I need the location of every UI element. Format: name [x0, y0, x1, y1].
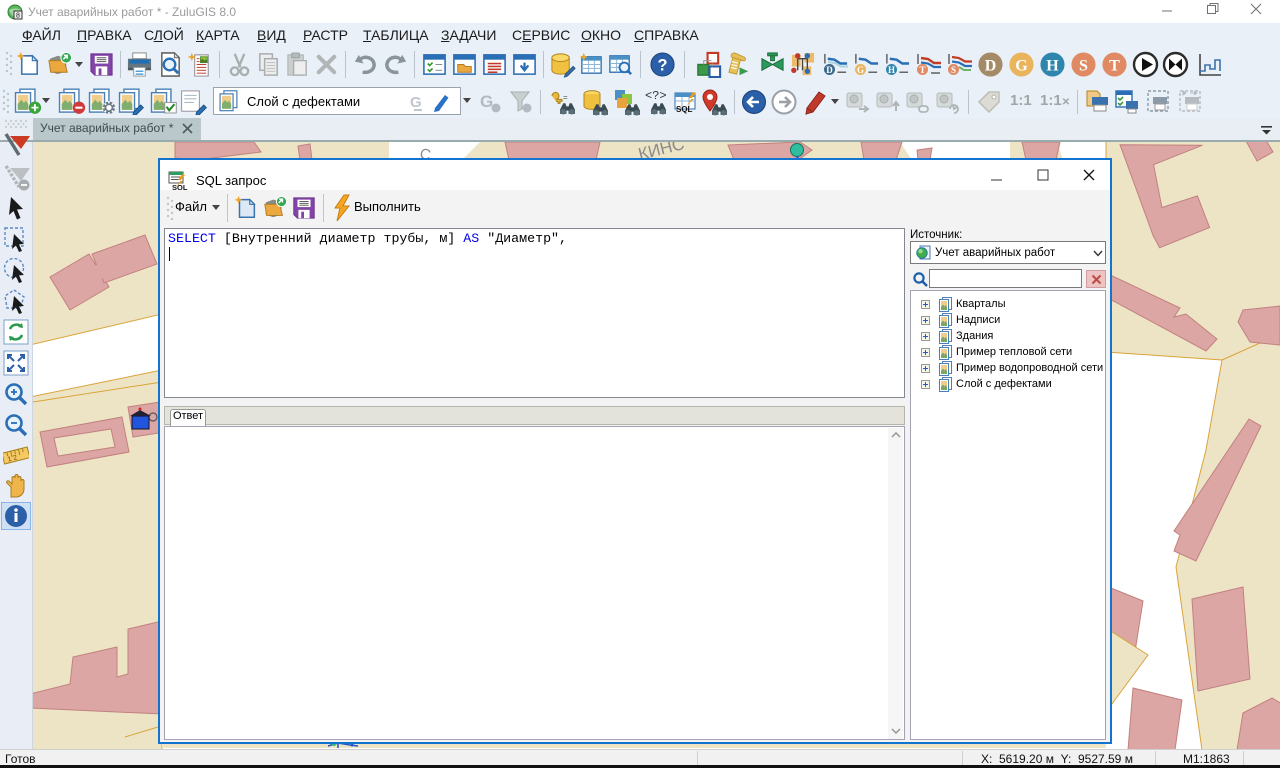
svg-text:T: T [1109, 58, 1120, 75]
svg-text:<?>: <?> [645, 89, 667, 103]
svg-text:G: G [1015, 58, 1028, 75]
svg-text:D: D [985, 58, 997, 75]
svg-text:8: 8 [16, 13, 20, 20]
svg-text:SQL: SQL [676, 105, 693, 114]
svg-text:S: S [951, 65, 956, 75]
svg-text:1 2: 1 2 [7, 454, 18, 463]
svg-text:S: S [1079, 58, 1088, 75]
svg-text:=: = [563, 93, 568, 102]
svg-text:H: H [1046, 58, 1059, 75]
svg-text:H: H [888, 65, 895, 75]
svg-text:D: D [826, 65, 833, 75]
svg-text:G: G [480, 92, 493, 111]
svg-text:G: G [410, 94, 422, 111]
svg-text:T: T [919, 65, 925, 75]
svg-text:G: G [857, 65, 864, 75]
